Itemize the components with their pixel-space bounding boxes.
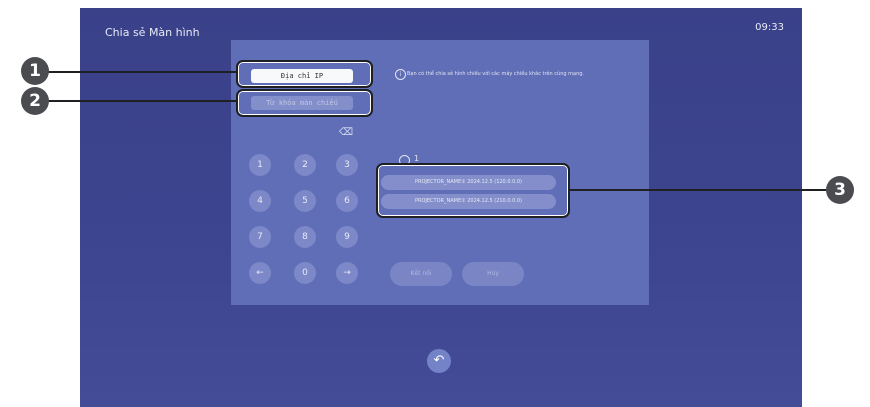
highlight-ip-field <box>236 60 373 88</box>
key-2[interactable]: 2 <box>294 154 316 176</box>
key-8[interactable]: 8 <box>294 226 316 248</box>
callout-marker-1: 1 <box>21 57 49 85</box>
info-icon: i <box>395 69 406 80</box>
cancel-button[interactable]: Hủy <box>462 262 524 286</box>
callout-marker-3: 3 <box>826 176 854 204</box>
key-9[interactable]: 9 <box>336 226 358 248</box>
projector-count: 1 <box>414 154 420 163</box>
arrow-left-key[interactable]: ← <box>249 262 271 284</box>
key-7[interactable]: 7 <box>249 226 271 248</box>
callout-line-2 <box>38 100 236 102</box>
info-text: Bạn có thể chia sẻ hình chiếu với các má… <box>407 71 584 77</box>
highlight-keyword-field <box>236 89 373 117</box>
callout-marker-2: 2 <box>21 87 49 115</box>
key-6[interactable]: 6 <box>336 190 358 212</box>
clock: 09:33 <box>755 22 784 33</box>
key-1[interactable]: 1 <box>249 154 271 176</box>
callout-line-1 <box>38 71 236 73</box>
highlight-projector-list <box>376 163 570 218</box>
callout-line-3 <box>568 189 826 191</box>
key-3[interactable]: 3 <box>336 154 358 176</box>
key-4[interactable]: 4 <box>249 190 271 212</box>
backspace-icon[interactable]: ⌫ <box>338 127 354 139</box>
screen-title: Chia sẻ Màn hình <box>105 26 200 39</box>
back-button[interactable]: ↶ <box>427 349 451 373</box>
key-5[interactable]: 5 <box>294 190 316 212</box>
connect-button[interactable]: Kết nối <box>390 262 452 286</box>
back-arrow-icon: ↶ <box>433 353 445 368</box>
arrow-right-key[interactable]: → <box>336 262 358 284</box>
key-0[interactable]: 0 <box>294 262 316 284</box>
